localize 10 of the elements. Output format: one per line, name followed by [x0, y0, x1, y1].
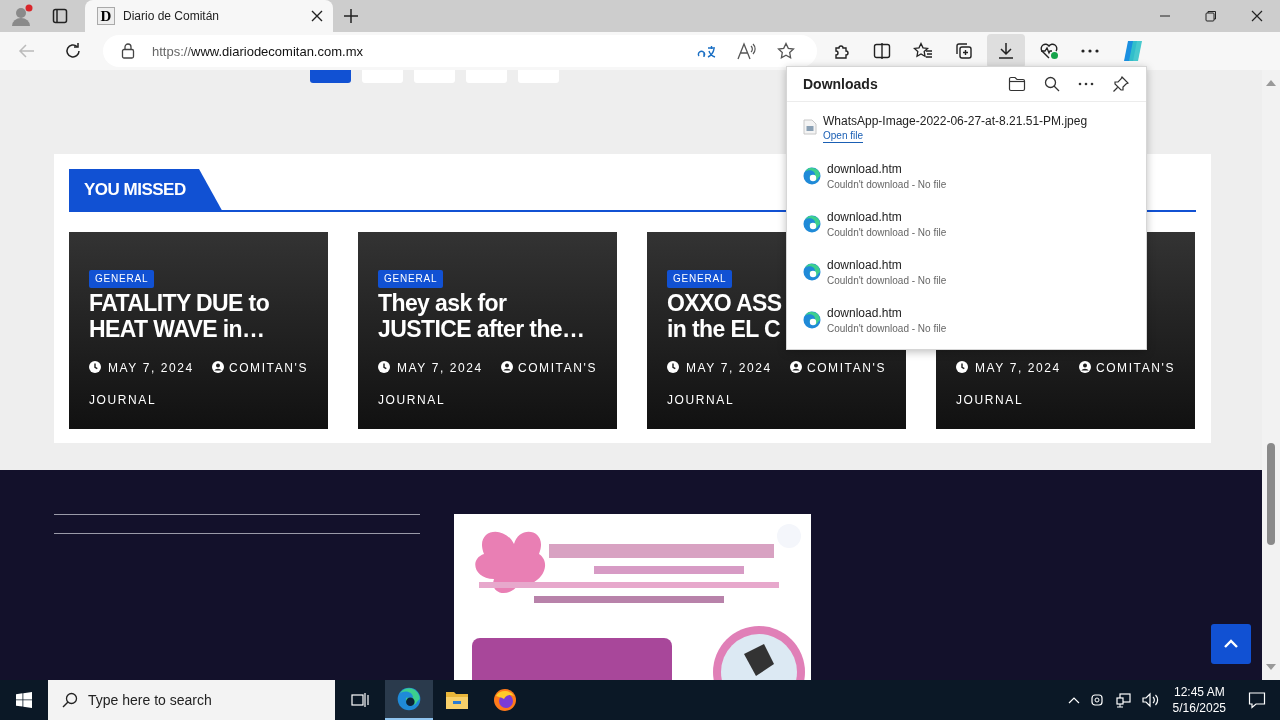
- site-favicon: D: [97, 7, 115, 25]
- post-date: MAY 7, 2024: [975, 361, 1061, 375]
- post-date: MAY 7, 2024: [686, 361, 772, 375]
- url-text: https://www.diariodecomitan.com.mx: [152, 43, 363, 59]
- panel-title: Downloads: [803, 76, 879, 92]
- post-date: MAY 7, 2024: [397, 361, 483, 375]
- download-status: Couldn't download - No file: [827, 178, 947, 192]
- section-title: YOU MISSED: [69, 169, 222, 210]
- tab-title: Diario de Comitán: [123, 9, 221, 23]
- post-date: MAY 7, 2024: [108, 361, 194, 375]
